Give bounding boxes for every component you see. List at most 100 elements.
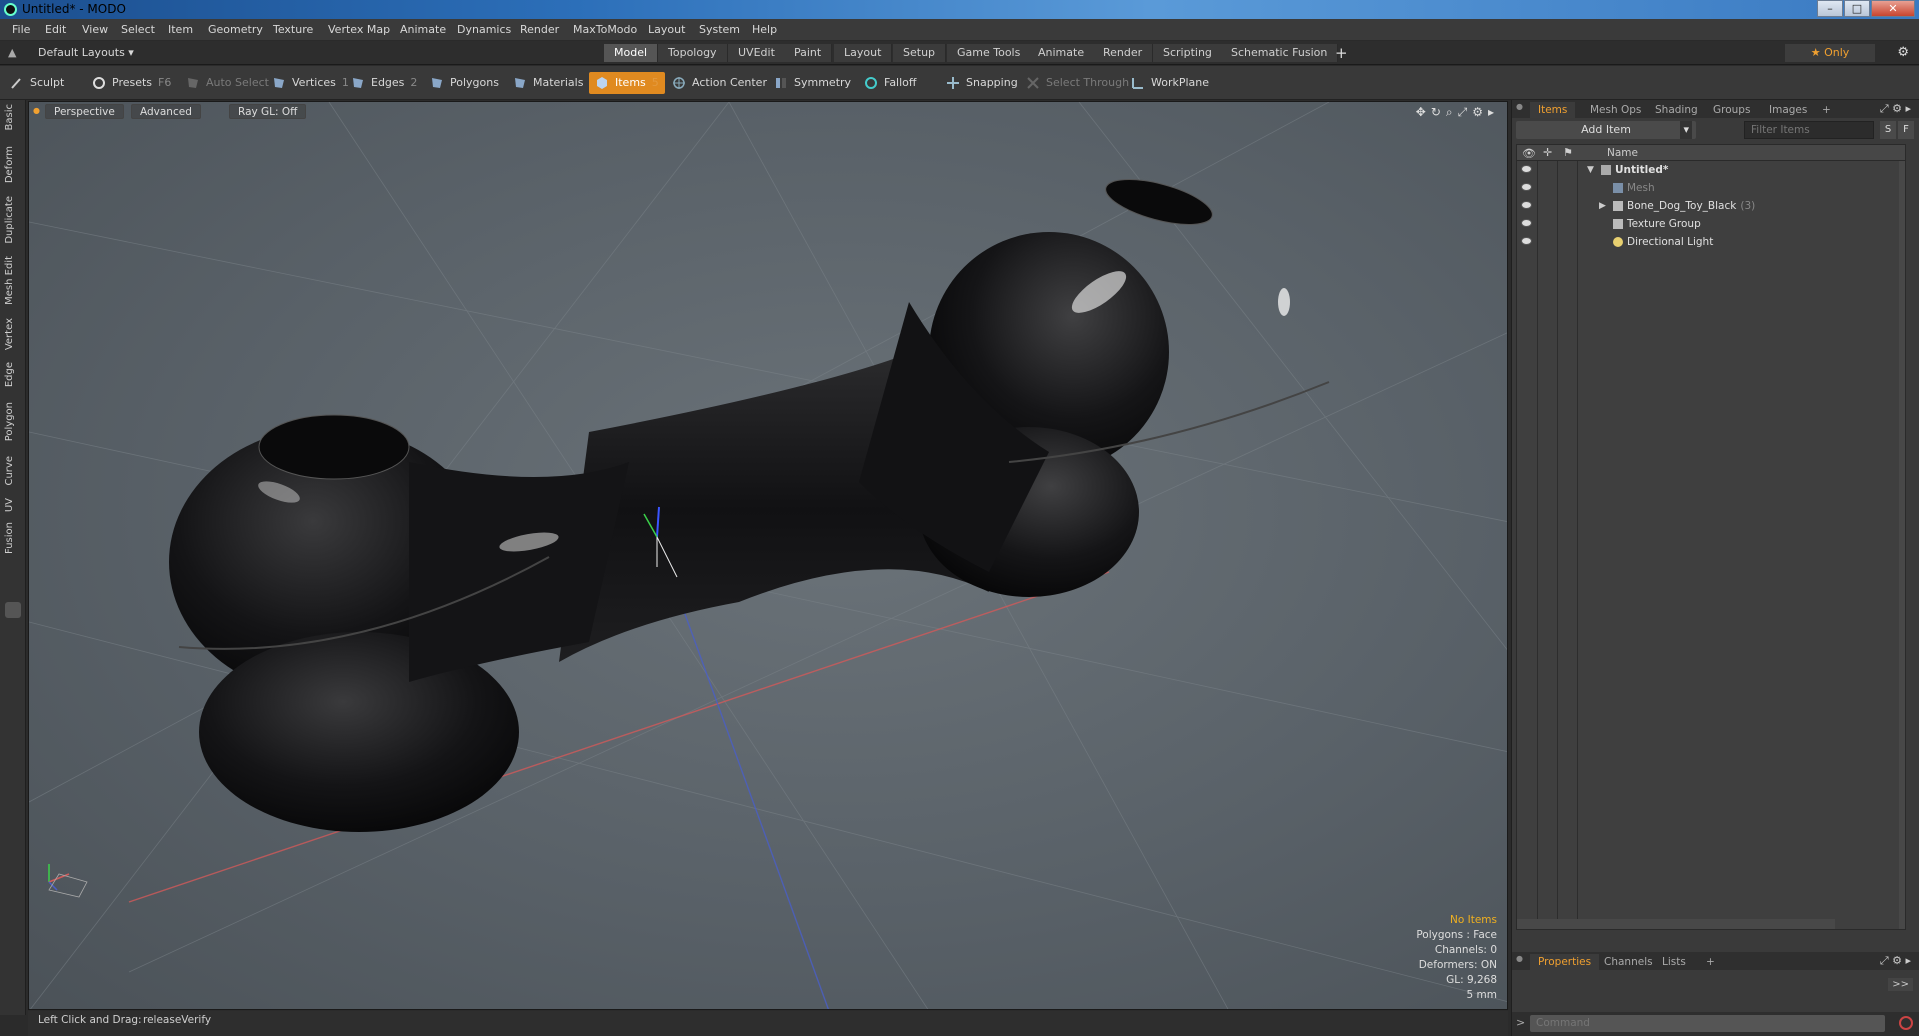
snapping-button[interactable]: Snapping: [940, 72, 1024, 94]
tab-channels[interactable]: Channels: [1596, 954, 1661, 970]
action-center-button[interactable]: Action Center: [666, 72, 773, 94]
vtab-basic[interactable]: Basic: [4, 104, 22, 130]
menu-view[interactable]: View: [82, 23, 108, 36]
eye-icon[interactable]: [1521, 237, 1532, 245]
workplane-button[interactable]: WorkPlane: [1125, 72, 1215, 94]
panel-menu-dot[interactable]: ●: [1516, 102, 1523, 111]
advanced-button[interactable]: Advanced: [131, 104, 201, 119]
command-input[interactable]: [1530, 1015, 1885, 1032]
close-button[interactable]: ✕: [1871, 0, 1915, 17]
tab-game-tools[interactable]: Game Tools: [947, 44, 1032, 62]
add-panel-tab[interactable]: +: [1814, 102, 1839, 118]
add-item-button[interactable]: Add Item ▾: [1516, 121, 1696, 139]
items-button[interactable]: Items 5: [589, 72, 665, 94]
vtab-edge[interactable]: Edge: [4, 362, 22, 387]
add-tab-button[interactable]: +: [1335, 44, 1348, 62]
tree-row-scene[interactable]: ▼ Untitled*: [1517, 161, 1905, 179]
select-through-button[interactable]: Select Through: [1020, 72, 1135, 94]
vtab-duplicate[interactable]: Duplicate: [4, 196, 22, 244]
tree-row-texture-group[interactable]: Texture Group: [1517, 215, 1905, 233]
sculpt-button[interactable]: Sculpt: [4, 72, 70, 94]
tab-properties[interactable]: Properties: [1530, 954, 1600, 970]
bone-dog-toy-mesh[interactable]: [169, 170, 1330, 832]
expand-arrow-icon[interactable]: ▶: [1599, 197, 1606, 215]
collapse-icon[interactable]: ▲: [8, 46, 16, 59]
symmetry-button[interactable]: Symmetry: [768, 72, 857, 94]
properties-options-icon[interactable]: ⤢ ⚙ ▸: [1880, 954, 1911, 968]
tab-paint[interactable]: Paint: [784, 44, 833, 62]
edges-button[interactable]: Edges 2: [345, 72, 423, 94]
tab-lists[interactable]: Lists: [1654, 954, 1694, 970]
vtab-fusion[interactable]: Fusion: [4, 522, 22, 554]
tree-row-bone-dog-toy[interactable]: ▶ Bone_Dog_Toy_Black (3): [1517, 197, 1905, 215]
vtab-mesh-edit[interactable]: Mesh Edit: [4, 256, 22, 305]
vtab-deform[interactable]: Deform: [4, 146, 22, 183]
tab-topology[interactable]: Topology: [658, 44, 728, 62]
menu-geometry[interactable]: Geometry: [208, 23, 263, 36]
tab-schematic-fusion[interactable]: Schematic Fusion: [1221, 44, 1339, 62]
visibility-column-icon[interactable]: 👁: [1522, 147, 1536, 160]
properties-menu-dot[interactable]: ●: [1516, 954, 1523, 963]
tree-row-mesh[interactable]: Mesh: [1517, 179, 1905, 197]
tab-items[interactable]: Items: [1530, 102, 1576, 118]
tree-row-directional-light[interactable]: Directional Light: [1517, 233, 1905, 251]
materials-button[interactable]: Materials: [507, 72, 589, 94]
eye-icon[interactable]: [1521, 183, 1532, 191]
panel-options-icon[interactable]: ⤢ ⚙ ▸: [1880, 102, 1911, 116]
layout-selector[interactable]: Default Layouts ▾: [38, 46, 134, 59]
maximize-button[interactable]: □: [1844, 0, 1870, 17]
vtab-curve[interactable]: Curve: [4, 456, 22, 486]
vtab-polygon[interactable]: Polygon: [4, 402, 22, 441]
tab-mesh-ops[interactable]: Mesh Ops: [1582, 102, 1649, 118]
polygons-button[interactable]: Polygons: [424, 72, 505, 94]
auto-select-button[interactable]: Auto Select: [180, 72, 275, 94]
tree-scrollbar[interactable]: [1899, 161, 1905, 929]
menu-animate[interactable]: Animate: [400, 23, 446, 36]
menu-dynamics[interactable]: Dynamics: [457, 23, 511, 36]
name-column-header[interactable]: Name: [1607, 147, 1638, 159]
tab-uvedit[interactable]: UVEdit: [728, 44, 786, 62]
3d-viewport[interactable]: ● Perspective Advanced Ray GL: Off ✥↻⌕⤢⚙…: [28, 101, 1508, 1010]
tab-layout[interactable]: Layout: [834, 44, 893, 62]
tab-render[interactable]: Render: [1093, 44, 1154, 62]
menu-layout[interactable]: Layout: [648, 23, 685, 36]
vtab-uv[interactable]: UV: [4, 498, 22, 512]
eye-icon[interactable]: [1521, 219, 1532, 227]
menu-help[interactable]: Help: [752, 23, 777, 36]
record-icon[interactable]: [1899, 1016, 1913, 1030]
menu-item[interactable]: Item: [168, 23, 193, 36]
menu-vertex-map[interactable]: Vertex Map: [328, 23, 390, 36]
gear-icon[interactable]: ⚙: [1897, 45, 1909, 60]
tab-setup[interactable]: Setup: [893, 44, 947, 62]
tab-shading[interactable]: Shading: [1647, 102, 1706, 118]
falloff-button[interactable]: Falloff: [858, 72, 922, 94]
menu-render[interactable]: Render: [520, 23, 559, 36]
lock-column-icon[interactable]: ✛: [1543, 146, 1552, 159]
menu-maxtomodo[interactable]: MaxToModo: [573, 23, 637, 36]
raygl-button[interactable]: Ray GL: Off: [229, 104, 307, 119]
tab-images[interactable]: Images: [1761, 102, 1815, 118]
eye-icon[interactable]: [1521, 201, 1532, 209]
eye-icon[interactable]: [1521, 165, 1532, 173]
tab-model[interactable]: Model: [604, 44, 659, 62]
filter-f-button[interactable]: F: [1898, 121, 1914, 139]
tab-groups[interactable]: Groups: [1705, 102, 1758, 118]
menu-select[interactable]: Select: [121, 23, 155, 36]
menu-texture[interactable]: Texture: [273, 23, 313, 36]
only-button[interactable]: ★ Only: [1785, 44, 1875, 62]
tree-hscrollbar[interactable]: [1517, 919, 1835, 929]
view-perspective-button[interactable]: Perspective: [45, 104, 124, 119]
filter-items-input[interactable]: [1744, 121, 1874, 139]
vertices-button[interactable]: Vertices 1: [266, 72, 355, 94]
menu-file[interactable]: File: [12, 23, 30, 36]
render-column-icon[interactable]: ⚑: [1563, 146, 1573, 159]
viewport-nav-icons[interactable]: ✥↻⌕⤢⚙▸: [1416, 105, 1499, 120]
tab-scripting[interactable]: Scripting: [1153, 44, 1223, 62]
toolbox-toggle[interactable]: [5, 602, 21, 618]
expand-arrow-icon[interactable]: ▼: [1587, 161, 1594, 179]
viewport-menu-dot[interactable]: ●: [33, 106, 40, 115]
presets-button[interactable]: Presets F6: [86, 72, 177, 94]
tab-animate[interactable]: Animate: [1028, 44, 1096, 62]
add-properties-tab[interactable]: +: [1698, 954, 1723, 970]
vtab-vertex[interactable]: Vertex: [4, 318, 22, 350]
